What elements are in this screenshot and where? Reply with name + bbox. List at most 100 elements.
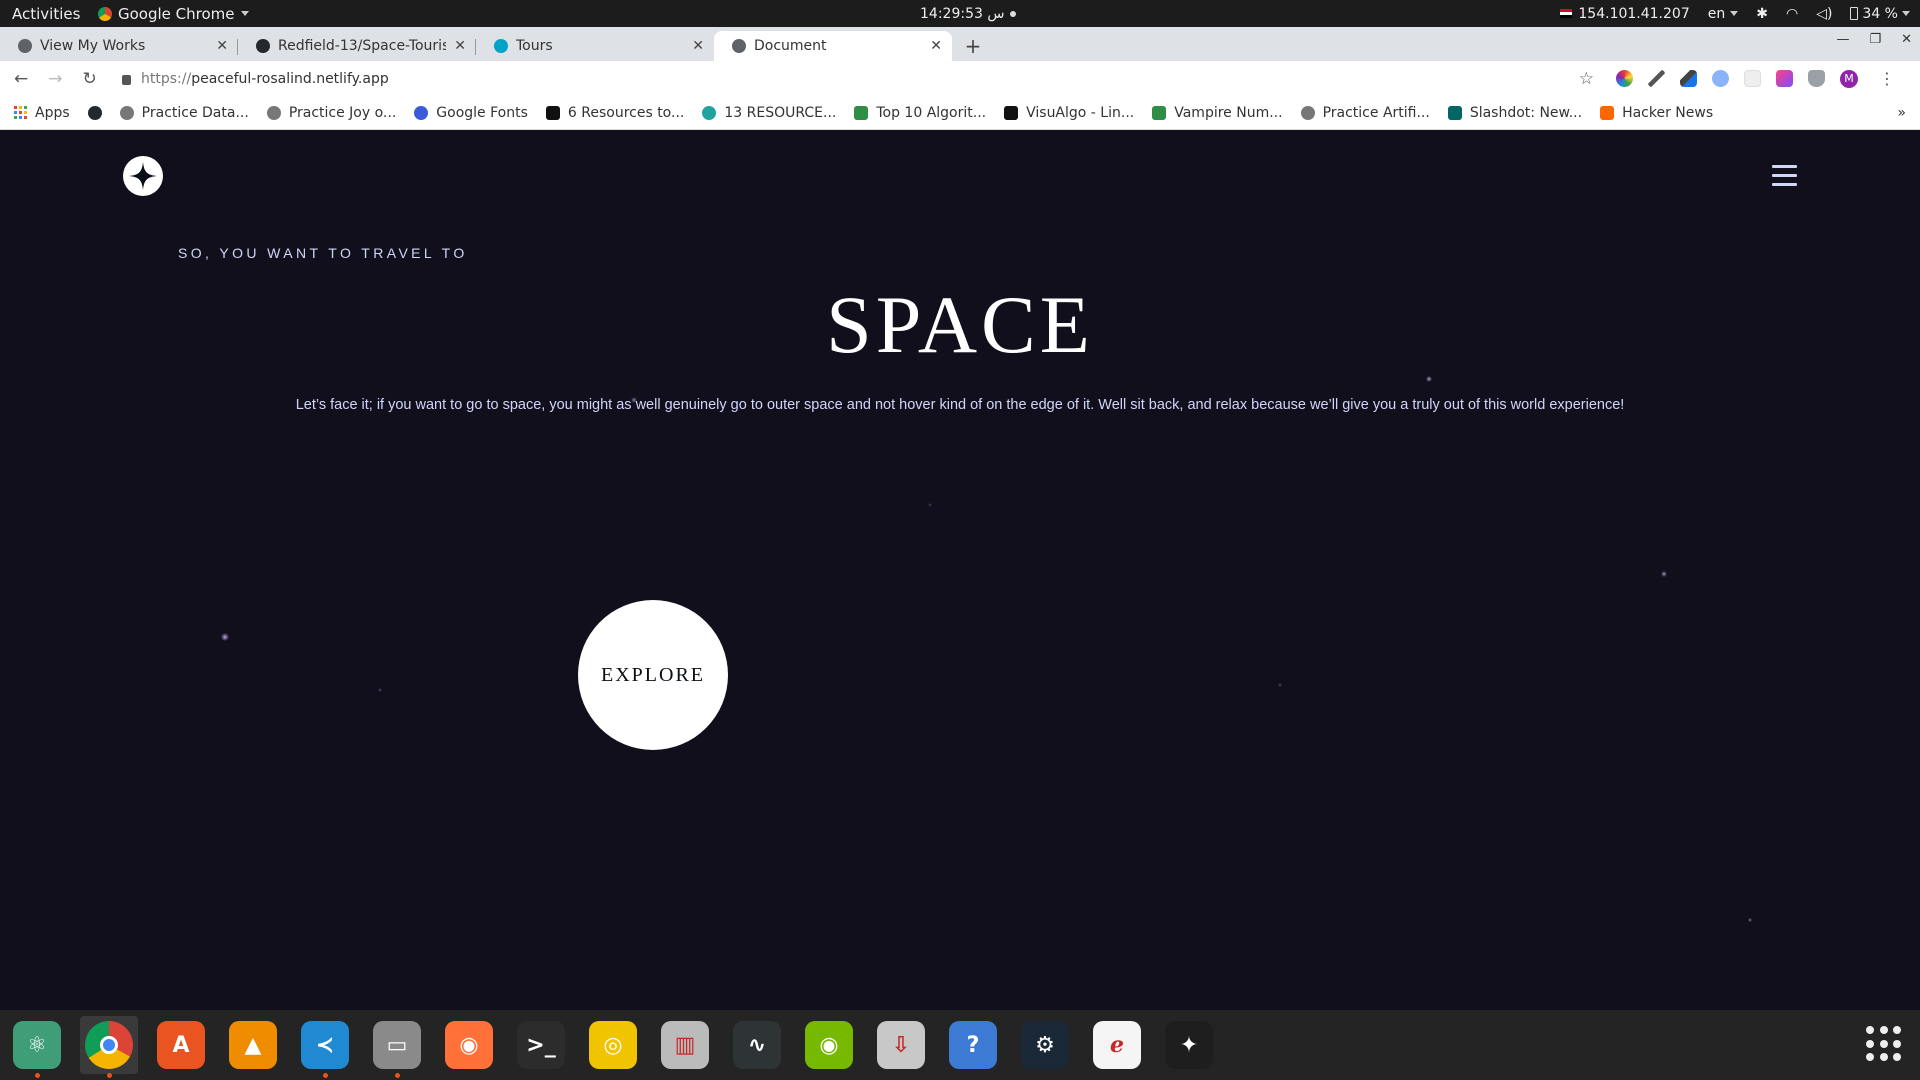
dock-terminal[interactable]: >_ — [512, 1016, 570, 1074]
tab-title: Tours — [516, 38, 553, 54]
bookmark-13-resource[interactable]: 13 RESOURCE... — [702, 105, 836, 121]
clock[interactable]: 14:29:53 س — [920, 0, 1017, 27]
bookmark-visualgo[interactable]: VisuAlgo - Lin... — [1004, 105, 1134, 121]
bookmark-practice-data[interactable]: Practice Data... — [119, 105, 249, 121]
more-menu-icon[interactable]: ⋮ — [1879, 69, 1895, 88]
browser-toolbar: ← → ↻ https://peaceful-rosalind.netlify.… — [0, 61, 1920, 96]
tab-redfield-space-tourism[interactable]: Redfield-13/Space-Tourism ✕ — [238, 31, 476, 61]
vlc-icon: ▲ — [229, 1021, 277, 1069]
close-window-icon[interactable]: ✕ — [1901, 32, 1912, 47]
dock-firefox[interactable]: ◉ — [440, 1016, 498, 1074]
terminal-icon: >_ — [517, 1021, 565, 1069]
reload-icon[interactable]: ↻ — [83, 69, 97, 89]
gradient-extension-icon[interactable] — [1776, 70, 1793, 87]
bookmark-google-fonts[interactable]: Google Fonts — [414, 105, 528, 121]
dock-chrome[interactable] — [80, 1016, 138, 1078]
dock-atom[interactable]: ⚛ — [8, 1016, 66, 1078]
running-indicator — [323, 1073, 328, 1078]
github-icon — [87, 105, 102, 120]
profile-avatar[interactable]: M — [1840, 69, 1858, 88]
dock-vscode[interactable]: ≺ — [296, 1016, 354, 1078]
grid-dot — [1893, 1053, 1902, 1062]
browser-tab-strip: View My Works ✕ Redfield-13/Space-Touris… — [0, 27, 1920, 61]
status-area[interactable]: 154.101.41.207 en ✱ ◠ ◁) 34 % — [1560, 0, 1910, 27]
back-arrow-icon[interactable]: ← — [14, 69, 28, 89]
network-indicator[interactable]: 154.101.41.207 — [1560, 6, 1690, 22]
grid-dot — [1879, 1039, 1888, 1048]
hamburger-menu-icon[interactable] — [1772, 165, 1797, 186]
geeksforgeeks-icon — [854, 105, 869, 120]
hacker-news-icon — [1600, 105, 1615, 120]
tab-tours[interactable]: Tours ✕ — [476, 31, 714, 61]
lock-icon[interactable] — [122, 74, 131, 85]
bookmark-6-resources[interactable]: 6 Resources to... — [545, 104, 685, 121]
dock-steam[interactable]: ⚙ — [1016, 1016, 1074, 1074]
bookmark-hacker-news[interactable]: Hacker News — [1600, 105, 1713, 121]
bookmark-star-icon[interactable]: ☆ — [1579, 69, 1594, 89]
dock-pdf-reader[interactable]: ℯ — [1088, 1016, 1146, 1074]
language-selector[interactable]: en — [1708, 6, 1739, 22]
dock-file-manager[interactable]: ▭ — [368, 1016, 426, 1078]
eyedropper-extension-icon[interactable] — [1648, 70, 1665, 87]
dock-settings-tool[interactable]: ▥ — [656, 1016, 714, 1074]
dock-rhythmbox[interactable]: ◎ — [584, 1016, 642, 1074]
address-bar[interactable]: https://peaceful-rosalind.netlify.app ☆ — [112, 64, 1602, 93]
bookmark-label: 6 Resources to... — [567, 104, 685, 121]
close-tab-icon[interactable]: ✕ — [930, 38, 942, 54]
bookmark-apps[interactable]: Apps — [14, 105, 70, 121]
help-icon: ? — [949, 1021, 997, 1069]
chrome-icon — [85, 1021, 133, 1069]
bookmark-vampire-numbers[interactable]: Vampire Num... — [1152, 105, 1283, 121]
close-tab-icon[interactable]: ✕ — [216, 38, 228, 54]
privacy-badge-icon[interactable] — [1808, 70, 1825, 87]
bookmark-github[interactable] — [87, 105, 102, 120]
tab-view-my-works[interactable]: View My Works ✕ — [0, 31, 238, 61]
bookmark-practice-joy[interactable]: Practice Joy o... — [266, 104, 397, 121]
restore-icon[interactable]: ❐ — [1869, 32, 1881, 47]
blank-extension-icon[interactable] — [1744, 70, 1761, 87]
forward-arrow-icon[interactable]: → — [48, 69, 62, 89]
hamburger-line — [1772, 174, 1797, 177]
dock-vlc[interactable]: ▲ — [224, 1016, 282, 1074]
geeksforgeeks-icon — [1152, 105, 1167, 120]
battery-indicator[interactable]: 34 % — [1850, 6, 1910, 22]
bookmark-practice-artificial[interactable]: Practice Artifi... — [1300, 104, 1430, 121]
bookmarks-overflow-button[interactable]: » — [1897, 105, 1906, 121]
pen-extension-icon[interactable] — [1680, 70, 1697, 87]
dock-software-center[interactable]: A — [152, 1016, 210, 1074]
notification-dot-icon — [1010, 10, 1017, 17]
bookmark-top-10-algorithms[interactable]: Top 10 Algorit... — [854, 105, 986, 121]
bookmark-label: Top 10 Algorit... — [876, 104, 987, 121]
visualgo-icon — [1004, 105, 1019, 120]
new-tab-button[interactable]: + — [958, 31, 988, 61]
shield-extension-icon[interactable] — [1712, 70, 1729, 87]
tab-document[interactable]: Document ✕ — [714, 31, 952, 61]
site-logo[interactable] — [123, 156, 163, 196]
apps-grid-icon — [14, 106, 27, 119]
bookmark-label: Practice Joy o... — [288, 104, 397, 121]
color-wheel-extension-icon[interactable] — [1616, 70, 1633, 87]
dock-help[interactable]: ? — [944, 1016, 1002, 1074]
clock-text: 14:29:53 س — [920, 5, 1005, 22]
tab-title: Document — [754, 38, 827, 54]
close-tab-icon[interactable]: ✕ — [454, 38, 466, 54]
volume-icon[interactable]: ◁) — [1816, 6, 1832, 22]
tray-app-icon[interactable]: ✱ — [1756, 6, 1768, 22]
close-tab-icon[interactable]: ✕ — [692, 38, 704, 54]
dock-figma[interactable]: ✦ — [1160, 1016, 1218, 1074]
dock-nvidia[interactable]: ◉ — [800, 1016, 858, 1074]
dock-installer[interactable]: ⇩ — [872, 1016, 930, 1074]
bookmark-slashdot[interactable]: Slashdot: New... — [1447, 105, 1582, 121]
globe-icon — [266, 105, 281, 120]
explore-button[interactable]: EXPLORE — [578, 600, 728, 750]
wifi-icon[interactable]: ◠ — [1786, 6, 1798, 22]
chevron-down-icon — [1902, 11, 1910, 16]
dock-system-monitor[interactable]: ∿ — [728, 1016, 786, 1074]
app-menu[interactable]: Google Chrome — [98, 5, 249, 23]
activities-button[interactable]: Activities — [0, 5, 98, 23]
minimize-icon[interactable]: — — [1836, 32, 1849, 47]
chevron-down-icon — [1730, 11, 1739, 16]
show-applications-icon[interactable] — [1866, 1026, 1902, 1062]
bookmark-label: Practice Artifi... — [1322, 104, 1430, 121]
url-text[interactable]: https://peaceful-rosalind.netlify.app — [141, 71, 389, 87]
